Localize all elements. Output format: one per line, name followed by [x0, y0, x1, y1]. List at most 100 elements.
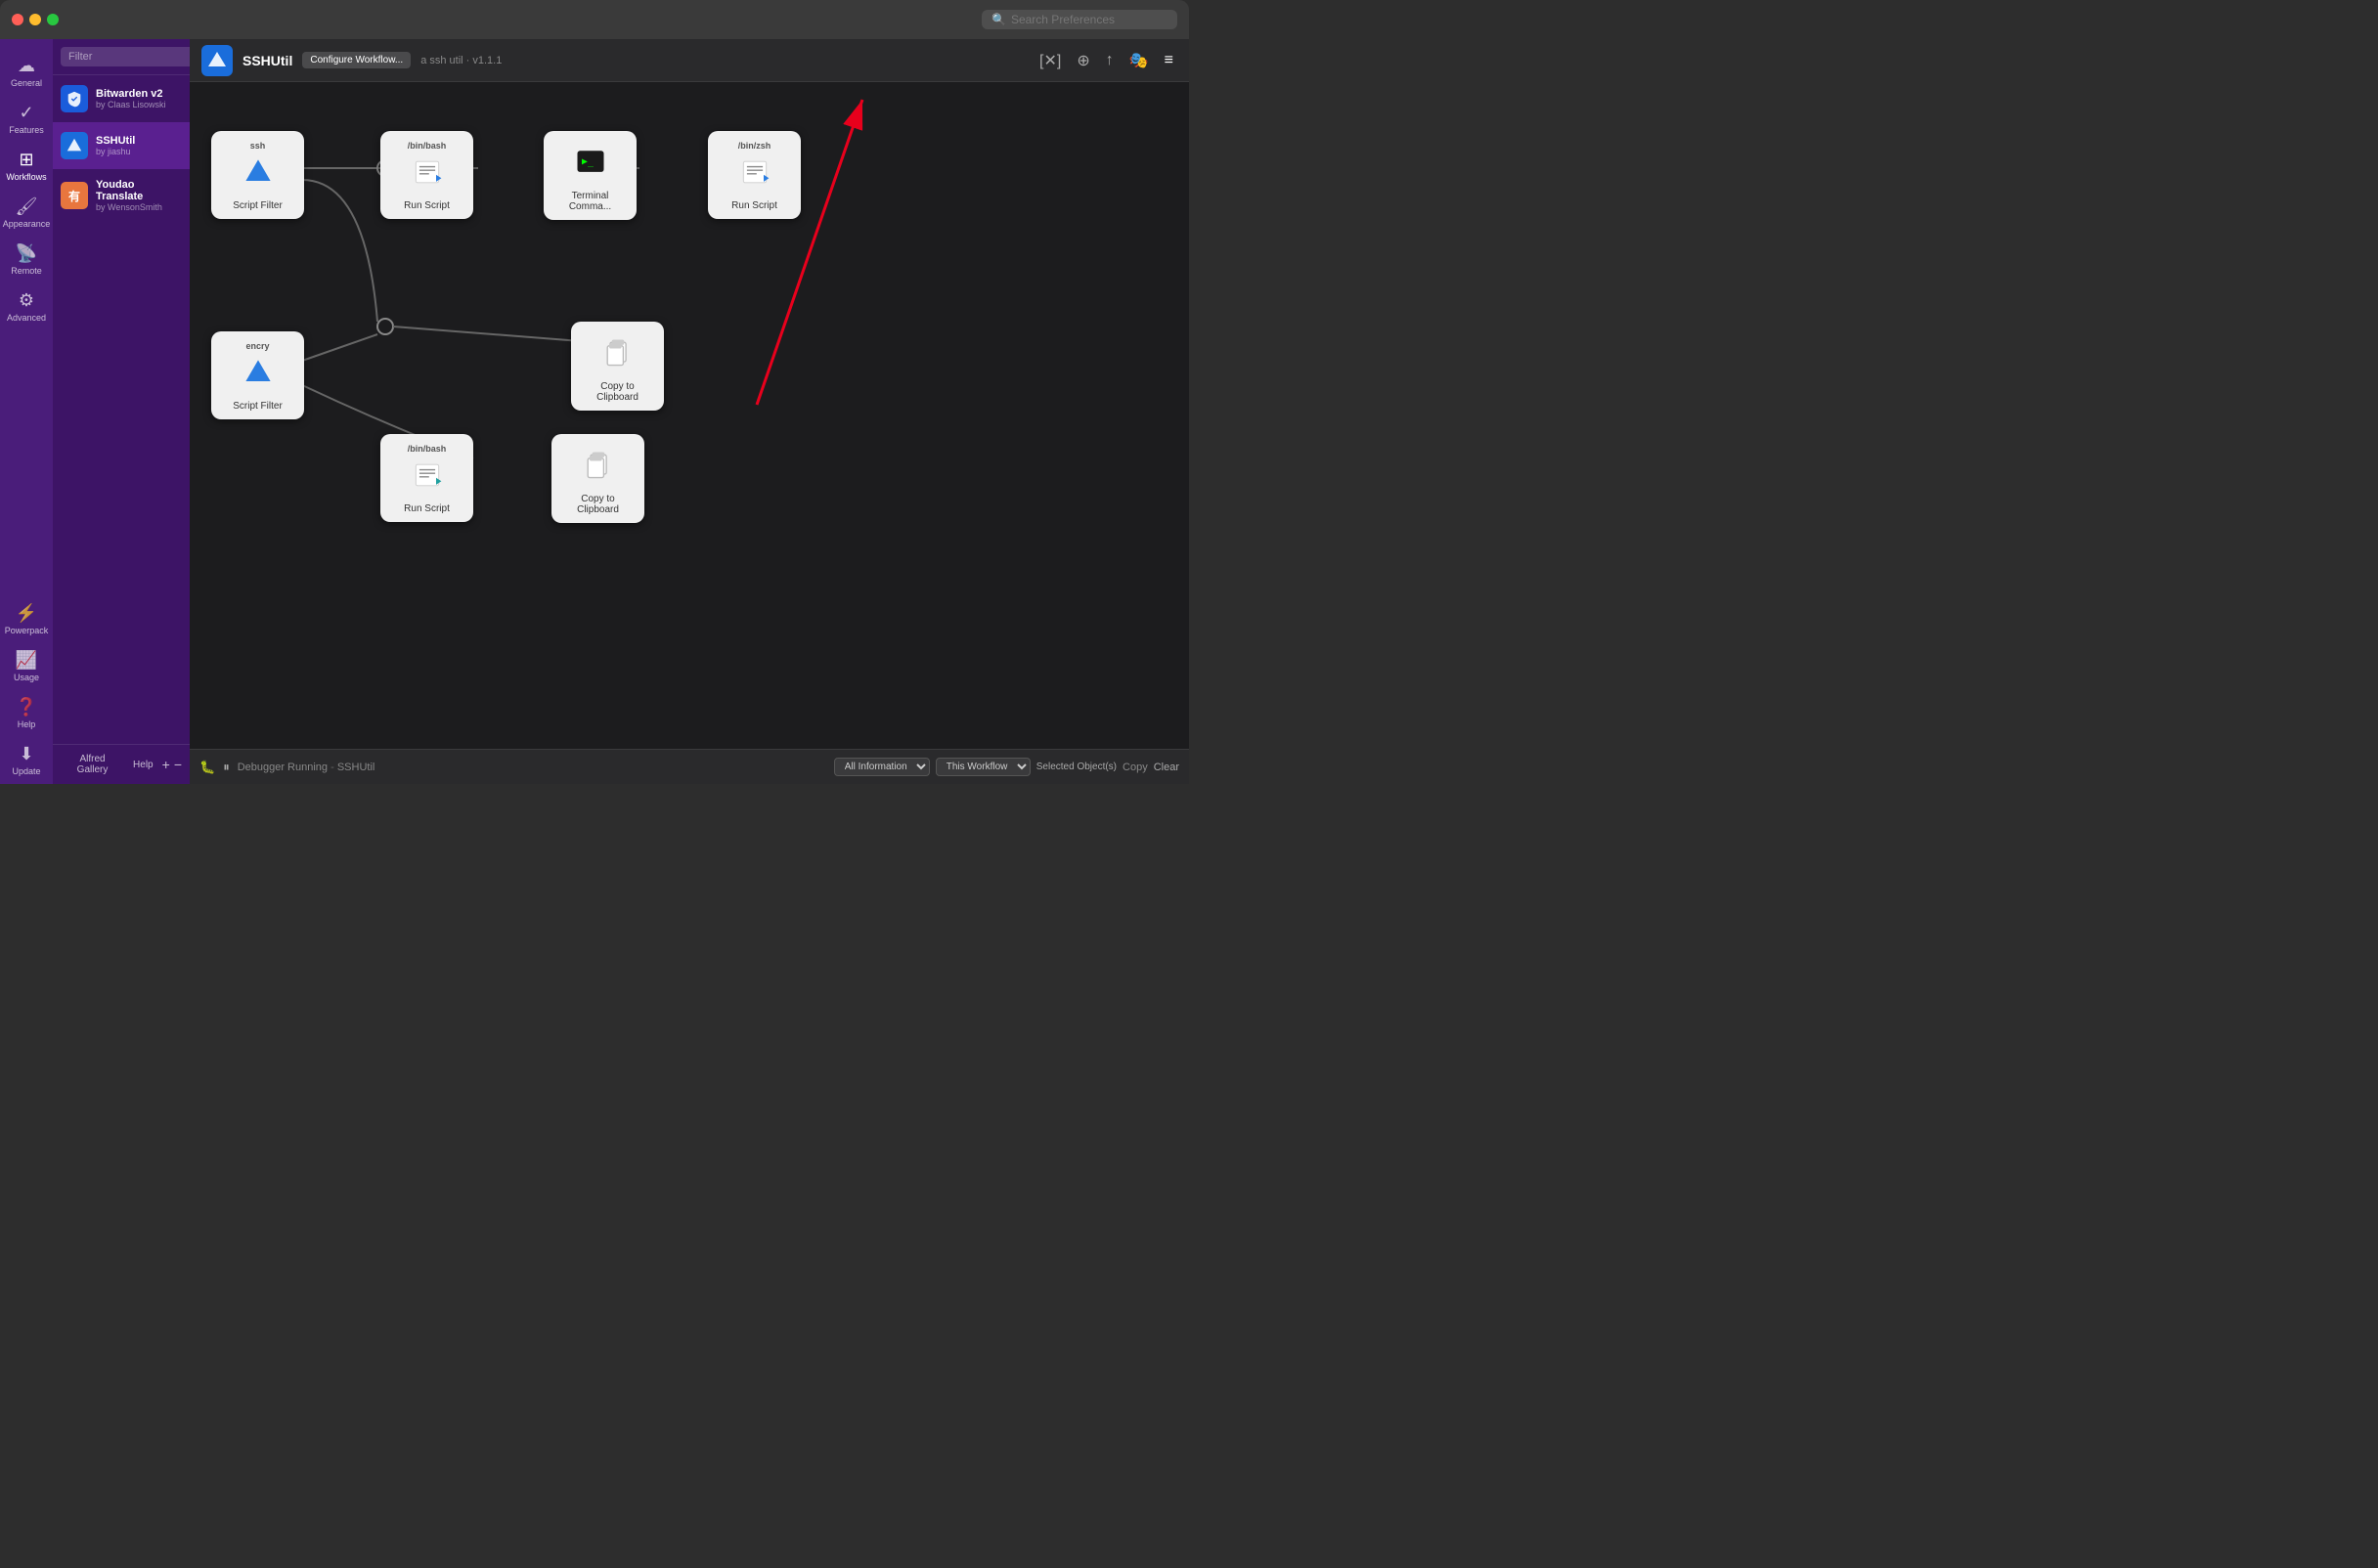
add-object-button[interactable]: ⊕	[1073, 47, 1093, 74]
canvas-header: SSHUtil Configure Workflow... a ssh util…	[190, 39, 1189, 82]
workflow-item-youdao[interactable]: 有 Youdao Translate by WensonSmith	[53, 169, 190, 222]
sidebar-label-appearance: Appearance	[3, 219, 51, 229]
debugger-play-button[interactable]: ⏸	[223, 760, 230, 775]
sshutil-name: SSHUtil	[96, 135, 135, 147]
node-header: ssh	[250, 141, 266, 151]
menu-button[interactable]: ≡	[1161, 48, 1177, 73]
copy-button[interactable]: Copy	[1123, 762, 1148, 773]
node-encry-script-filter[interactable]: encry Script Filter	[211, 331, 304, 419]
search-input[interactable]	[1011, 13, 1167, 26]
sidebar-item-advanced[interactable]: ⚙ Advanced	[0, 283, 53, 330]
encry-icon	[241, 355, 276, 397]
debugger-filter: All Information This Workflow Selected O…	[834, 758, 1179, 776]
node-run-script-zsh[interactable]: /bin/zsh Run Script	[708, 131, 801, 219]
youdao-icon: 有	[61, 182, 88, 209]
node-label: Script Filter	[233, 401, 283, 412]
node-run-script-bash2[interactable]: /bin/bash Run Script	[380, 434, 473, 522]
clear-button[interactable]: Clear	[1154, 762, 1179, 773]
filter-bar: ⊕	[53, 39, 190, 75]
sshutil-author: by jiashu	[96, 147, 135, 156]
node-run-script-bash[interactable]: /bin/bash Run Script	[380, 131, 473, 219]
gallery-button[interactable]: Alfred Gallery	[61, 751, 124, 778]
workflow-filter-select[interactable]: This Workflow	[936, 758, 1031, 776]
minimize-button[interactable]	[29, 14, 41, 25]
sidebar-item-workflows[interactable]: ⊞ Workflows	[0, 143, 53, 190]
grid-icon: ⊞	[19, 151, 33, 168]
sidebar-label-remote: Remote	[11, 266, 42, 276]
node-label: Run Script	[731, 200, 777, 211]
run-script-icon	[410, 154, 445, 196]
powerpack-icon: ⚡	[16, 604, 37, 622]
sidebar: ☁ General ✓ Features ⊞ Workflows 🖌 Appea…	[0, 39, 53, 784]
sidebar-label-help: Help	[18, 719, 36, 729]
info-filter-select[interactable]: All Information	[834, 758, 930, 776]
remove-workflow-button[interactable]: −	[174, 757, 182, 772]
sidebar-item-powerpack[interactable]: ⚡ Powerpack	[0, 596, 53, 643]
add-workflow-button[interactable]: +	[162, 757, 170, 772]
sidebar-item-features[interactable]: ✓ Features	[0, 96, 53, 143]
user-icon-button[interactable]: 🎭	[1125, 47, 1153, 74]
node-copy-clipboard-2[interactable]: Copy to Clipboard	[551, 434, 644, 523]
export-button[interactable]: ↑	[1102, 48, 1118, 73]
node-label: Run Script	[404, 503, 450, 514]
close-button[interactable]	[12, 14, 23, 25]
update-icon: ⬇	[19, 745, 33, 762]
debug-icon-button[interactable]: [✕]	[1035, 47, 1065, 74]
search-icon: 🔍	[991, 13, 1006, 26]
workflow-logo	[201, 45, 233, 76]
script-filter-icon	[241, 154, 276, 196]
sidebar-item-appearance[interactable]: 🖌 Appearance	[0, 190, 53, 237]
selected-objects-label: Selected Object(s)	[1036, 762, 1117, 772]
sidebar-label-update: Update	[12, 766, 40, 776]
node-copy-clipboard-1[interactable]: Copy to Clipboard	[571, 322, 664, 411]
maximize-button[interactable]	[47, 14, 59, 25]
sshutil-icon	[61, 132, 88, 159]
sidebar-item-help[interactable]: ❓ Help	[0, 690, 53, 737]
workflow-help-button[interactable]: Help	[128, 757, 158, 773]
workflow-title: SSHUtil	[242, 53, 292, 68]
canvas-toolbar: [✕] ⊕ ↑ 🎭 ≡	[1035, 47, 1177, 74]
node-header: /bin/bash	[408, 141, 447, 151]
run-script-bash2-icon	[410, 457, 445, 500]
sidebar-label-powerpack: Powerpack	[5, 626, 49, 635]
node-header: /bin/bash	[408, 444, 447, 454]
terminal-icon: ▶_	[573, 145, 608, 187]
sidebar-label-general: General	[11, 78, 42, 88]
sidebar-item-usage[interactable]: 📈 Usage	[0, 643, 53, 690]
sidebar-label-advanced: Advanced	[7, 313, 46, 323]
debugger-status: Debugger Running - SSHUtil	[238, 762, 375, 773]
workflow-item-sshutil[interactable]: SSHUtil by jiashu	[53, 122, 190, 169]
paint-icon: 🖌	[16, 197, 38, 215]
configure-workflow-button[interactable]: Configure Workflow...	[302, 52, 411, 68]
help-icon: ❓	[16, 698, 37, 716]
sidebar-label-usage: Usage	[14, 673, 39, 682]
check-icon: ✓	[19, 104, 33, 121]
bitwarden-name: Bitwarden v2	[96, 88, 166, 100]
youdao-author: by WensonSmith	[96, 202, 182, 212]
clipboard2-icon	[581, 448, 616, 490]
workflow-list-footer: Alfred Gallery Help + −	[53, 744, 190, 784]
workflow-items: Bitwarden v2 by Claas Lisowski SSHUtil b…	[53, 75, 190, 744]
workflow-item-bitwarden[interactable]: Bitwarden v2 by Claas Lisowski	[53, 75, 190, 122]
node-label: Run Script	[404, 200, 450, 211]
search-preferences[interactable]: 🔍	[982, 10, 1177, 29]
sidebar-item-remote[interactable]: 📡 Remote	[0, 237, 53, 283]
bitwarden-icon	[61, 85, 88, 112]
canvas-flow: ssh Script Filter /bin/bash	[190, 82, 1189, 749]
sidebar-item-general[interactable]: ☁ General	[0, 49, 53, 96]
traffic-lights	[12, 14, 59, 25]
node-header: /bin/zsh	[738, 141, 771, 151]
youdao-name: Youdao Translate	[96, 179, 182, 202]
remote-icon: 📡	[16, 244, 37, 262]
node-ssh-script-filter[interactable]: ssh Script Filter	[211, 131, 304, 219]
node-label: Copy to Clipboard	[559, 494, 637, 515]
cloud-icon: ☁	[18, 57, 35, 74]
clipboard-icon	[600, 335, 636, 377]
sidebar-label-workflows: Workflows	[6, 172, 46, 182]
canvas-area: SSHUtil Configure Workflow... a ssh util…	[190, 39, 1189, 784]
node-terminal-command[interactable]: ▶_ Terminal Comma...	[544, 131, 637, 220]
sidebar-item-update[interactable]: ⬇ Update	[0, 737, 53, 784]
debugger-icon: 🐛	[199, 760, 215, 775]
advanced-icon: ⚙	[19, 291, 34, 309]
workflow-subtitle: a ssh util · v1.1.1	[420, 55, 502, 66]
